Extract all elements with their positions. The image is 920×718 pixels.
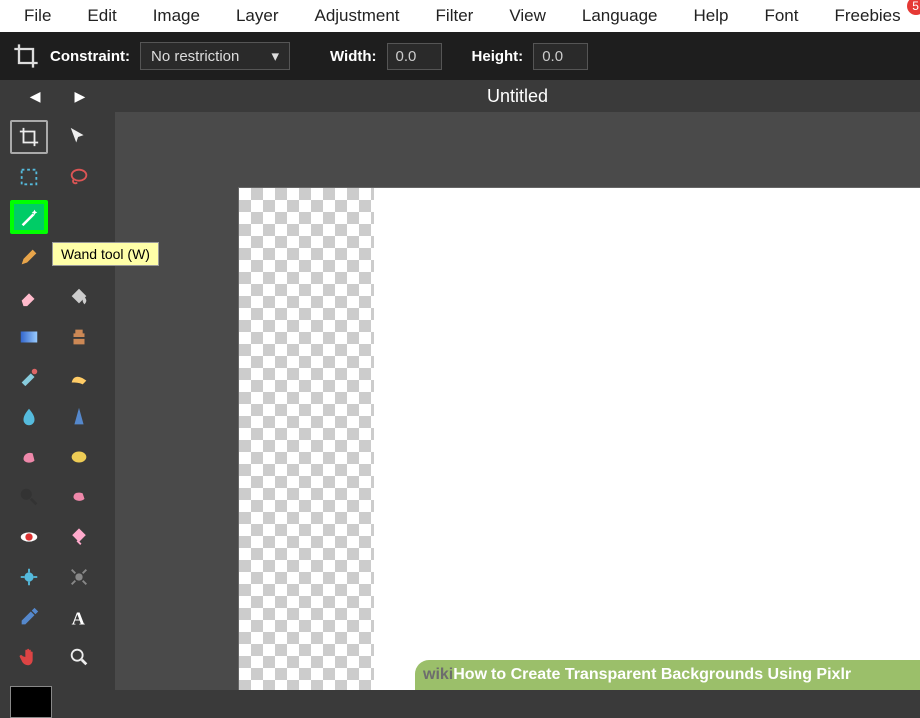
menubar: File Edit Image Layer Adjustment Filter …: [0, 0, 920, 32]
bloat-tool[interactable]: [10, 560, 48, 594]
hand-tool[interactable]: [10, 640, 48, 674]
document-tabbar: ◀ ▶ Untitled: [0, 80, 920, 112]
crop-tool[interactable]: [10, 120, 48, 154]
drawing-tool[interactable]: [60, 360, 98, 394]
crop-icon: [12, 42, 40, 70]
eyedropper-tool[interactable]: [10, 600, 48, 634]
marquee-tool[interactable]: [10, 160, 48, 194]
watermark-how: How: [453, 666, 487, 684]
options-bar: Constraint: No restriction ▾ Width: 0.0 …: [0, 32, 920, 80]
toolbox: A Wand tool (W): [0, 112, 115, 690]
tab-prev-icon[interactable]: ◀: [30, 88, 41, 105]
gradient-tool[interactable]: [10, 320, 48, 354]
menu-edit[interactable]: Edit: [69, 0, 134, 32]
constraint-label: Constraint:: [50, 48, 130, 65]
lasso-tool[interactable]: [60, 160, 98, 194]
wand-tool[interactable]: [10, 200, 48, 234]
sponge-tool[interactable]: [60, 440, 98, 474]
zoom-tool[interactable]: [60, 640, 98, 674]
svg-text:A: A: [72, 608, 86, 628]
menu-freebies[interactable]: Freebies: [817, 0, 919, 32]
watermark-wiki: wiki: [423, 666, 453, 684]
tab-next-icon[interactable]: ▶: [75, 88, 86, 105]
height-label: Height:: [472, 48, 524, 65]
width-label: Width:: [330, 48, 377, 65]
menu-font[interactable]: Font: [746, 0, 816, 32]
burn-tool[interactable]: [60, 480, 98, 514]
type-tool[interactable]: A: [60, 600, 98, 634]
smudge-tool[interactable]: [10, 440, 48, 474]
menu-layer[interactable]: Layer: [218, 0, 297, 32]
constraint-dropdown[interactable]: No restriction ▾: [140, 42, 290, 70]
wikihow-watermark: wikiHow to Create Transparent Background…: [415, 660, 920, 690]
dodge-tool[interactable]: [10, 480, 48, 514]
constraint-value: No restriction: [151, 48, 239, 65]
red-eye-tool[interactable]: [10, 520, 48, 554]
foreground-color[interactable]: [10, 686, 52, 718]
canvas-area: [115, 112, 920, 690]
height-input[interactable]: 0.0: [533, 43, 588, 70]
menu-adjustment[interactable]: Adjustment: [296, 0, 417, 32]
menu-filter[interactable]: Filter: [418, 0, 492, 32]
sharpen-tool[interactable]: [60, 400, 98, 434]
color-swatches[interactable]: [10, 686, 100, 716]
pencil-tool[interactable]: [10, 240, 48, 274]
menu-view[interactable]: View: [491, 0, 564, 32]
clone-stamp-tool[interactable]: [60, 320, 98, 354]
width-input[interactable]: 0.0: [387, 43, 442, 70]
move-tool[interactable]: [60, 120, 98, 154]
canvas[interactable]: [239, 188, 920, 690]
transparent-region: [239, 188, 374, 690]
pinch-tool[interactable]: [60, 560, 98, 594]
menu-help[interactable]: Help: [676, 0, 747, 32]
eraser-tool[interactable]: [10, 280, 48, 314]
document-title: Untitled: [115, 86, 920, 107]
spot-heal-tool[interactable]: [60, 520, 98, 554]
workspace: A Wand tool (W): [0, 112, 920, 690]
paint-bucket-tool[interactable]: [60, 280, 98, 314]
menu-file[interactable]: File: [6, 0, 69, 32]
menu-language[interactable]: Language: [564, 0, 676, 32]
menu-image[interactable]: Image: [135, 0, 218, 32]
color-replace-tool[interactable]: [10, 360, 48, 394]
wand-tooltip: Wand tool (W): [52, 242, 159, 266]
chevron-down-icon: ▾: [271, 47, 279, 65]
blur-tool[interactable]: [10, 400, 48, 434]
watermark-text: to Create Transparent Backgrounds Using …: [491, 666, 851, 684]
